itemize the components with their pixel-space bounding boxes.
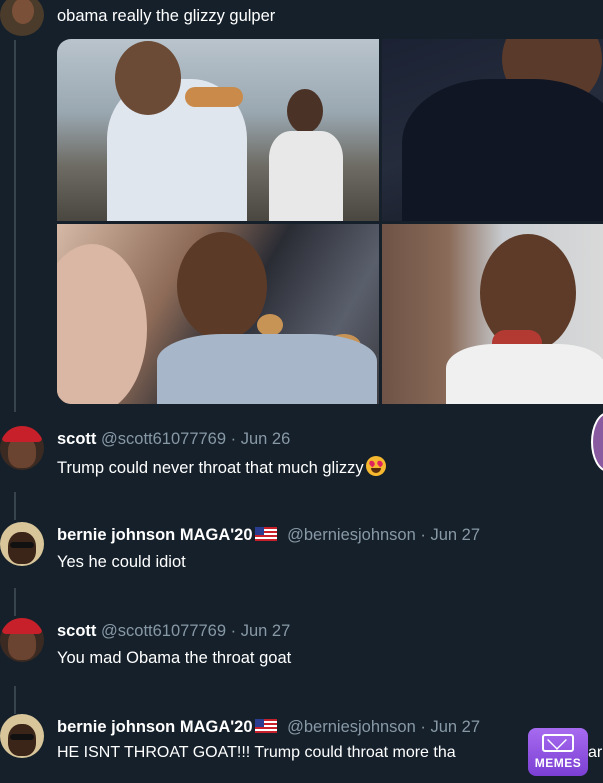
tweet-date[interactable]: Jun 27: [430, 526, 480, 544]
us-flag-icon: [254, 719, 277, 733]
user-avatar-icon[interactable]: [0, 0, 44, 36]
photo-1[interactable]: [57, 39, 379, 221]
photo-3[interactable]: [57, 224, 379, 404]
reply-meta: scott @scott61077769 · Jun 26: [57, 430, 290, 449]
photo-2[interactable]: [382, 39, 603, 221]
photo-4[interactable]: [382, 224, 603, 404]
separator: ·: [420, 526, 426, 544]
memes-envelope-icon: [542, 734, 574, 752]
scott-avatar-icon[interactable]: [0, 618, 44, 662]
reply-meta: bernie johnson MAGA'20 @berniesjohnson ·…: [57, 526, 480, 545]
tweet-date[interactable]: Jun 27: [430, 718, 480, 736]
reply-text: Trump could never throat that much glizz…: [57, 456, 386, 478]
memes-watermark: MEMES: [528, 728, 588, 776]
reply-text: You mad Obama the throat goat: [57, 649, 292, 667]
separator: ·: [230, 622, 237, 640]
original-tweet-text: obama really the glizzy gulper: [57, 7, 276, 25]
user-handle[interactable]: @scott61077769: [101, 622, 226, 640]
user-handle[interactable]: @berniesjohnson: [287, 718, 416, 736]
separator: ·: [230, 430, 237, 448]
tweet-date[interactable]: Jun 27: [241, 622, 291, 640]
photo-grid[interactable]: [57, 39, 603, 404]
bernie-avatar-icon[interactable]: [0, 522, 44, 566]
heart-eyes-emoji-icon: [365, 456, 386, 476]
reply-text-content: HE ISNT THROAT GOAT!!! Trump could throa…: [57, 744, 456, 761]
bernie-avatar-icon[interactable]: [0, 714, 44, 758]
separator: ·: [420, 718, 426, 736]
reply-text: HE ISNT THROAT GOAT!!! Trump could throa…: [57, 744, 456, 762]
user-name[interactable]: scott: [57, 430, 96, 448]
thread-line: [14, 492, 16, 520]
scott-avatar-icon[interactable]: [0, 426, 44, 470]
thread-line: [14, 40, 16, 412]
reply-text-tail: ar: [588, 744, 603, 761]
user-name[interactable]: scott: [57, 622, 96, 640]
watermark-label: MEMES: [534, 756, 582, 770]
reply-meta: bernie johnson MAGA'20 @berniesjohnson ·…: [57, 718, 480, 737]
edge-avatar-icon[interactable]: [591, 412, 603, 472]
user-handle[interactable]: @scott61077769: [101, 430, 226, 448]
reply-text-content: Trump could never throat that much glizz…: [57, 459, 364, 477]
user-name[interactable]: bernie johnson MAGA'20: [57, 526, 253, 544]
thread-line: [14, 686, 16, 714]
tweet-date[interactable]: Jun 26: [241, 430, 291, 448]
user-name[interactable]: bernie johnson MAGA'20: [57, 718, 253, 736]
reply-text: Yes he could idiot: [57, 553, 186, 571]
reply-meta: scott @scott61077769 · Jun 27: [57, 622, 290, 641]
us-flag-icon: [254, 527, 277, 541]
user-handle[interactable]: @berniesjohnson: [287, 526, 416, 544]
thread-line: [14, 588, 16, 616]
